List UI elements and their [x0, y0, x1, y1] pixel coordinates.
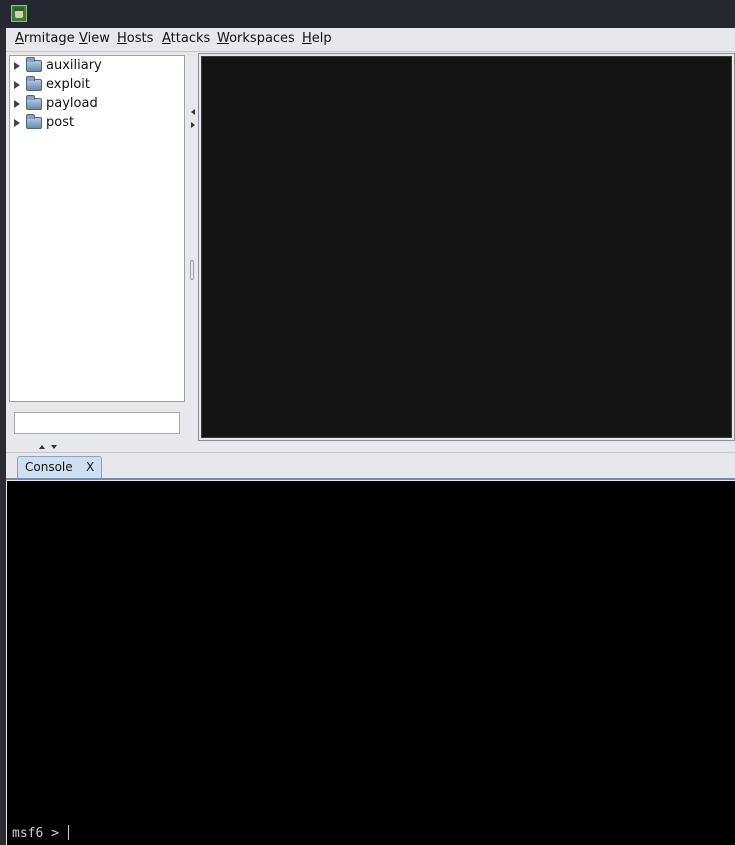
menu-bar: Armitage View Hosts Attacks Workspaces H… — [6, 28, 735, 52]
expand-arrow-icon[interactable] — [14, 81, 20, 89]
text-cursor — [67, 825, 69, 840]
menu-help[interactable]: Help — [302, 31, 332, 46]
folder-icon — [26, 95, 42, 110]
main-window: Armitage View Hosts Attacks Workspaces H… — [6, 28, 735, 845]
tree-item-label: auxiliary — [46, 58, 102, 73]
module-search-input[interactable] — [14, 412, 180, 434]
menu-armitage[interactable]: Armitage — [15, 31, 75, 46]
collapse-up-arrow-icon[interactable] — [39, 445, 45, 449]
folder-icon — [26, 57, 42, 72]
targets-panel — [198, 53, 735, 441]
menu-view[interactable]: View — [79, 31, 110, 46]
tree-item-label: post — [46, 115, 75, 130]
tree-item-exploit[interactable]: exploit — [10, 76, 184, 95]
expand-arrow-icon[interactable] — [14, 100, 20, 108]
tree-item-post[interactable]: post — [10, 114, 184, 133]
folder-icon — [26, 76, 42, 91]
tree-item-label: exploit — [46, 77, 90, 92]
tree-item-auxiliary[interactable]: auxiliary — [10, 57, 184, 76]
expand-down-arrow-icon[interactable] — [51, 445, 57, 449]
menu-attacks[interactable]: Attacks — [162, 31, 210, 46]
tab-strip: Console X — [6, 453, 735, 480]
vertical-split-divider[interactable] — [189, 52, 197, 448]
folder-icon — [26, 114, 42, 129]
tab-close-button[interactable]: X — [86, 460, 94, 474]
prompt-text: msf6 > — [12, 826, 67, 841]
console-output[interactable]: msf6 > — [7, 481, 735, 845]
menu-workspaces[interactable]: Workspaces — [217, 31, 295, 46]
module-tree: auxiliary exploit payload post — [9, 55, 185, 402]
tree-item-payload[interactable]: payload — [10, 95, 184, 114]
horizontal-split-divider[interactable] — [6, 442, 735, 453]
drag-grip-icon[interactable] — [190, 260, 194, 280]
tree-item-label: payload — [46, 96, 98, 111]
tab-console[interactable]: Console X — [17, 456, 102, 478]
tab-label: Console — [25, 460, 73, 474]
armitage-app-icon — [11, 5, 27, 22]
title-bar — [0, 0, 735, 28]
targets-canvas[interactable] — [201, 56, 732, 438]
menu-hosts[interactable]: Hosts — [117, 31, 153, 46]
expand-arrow-icon[interactable] — [14, 62, 20, 70]
collapse-left-arrow-icon[interactable] — [191, 109, 195, 115]
expand-arrow-icon[interactable] — [14, 119, 20, 127]
console-prompt[interactable]: msf6 > — [12, 825, 69, 841]
expand-right-arrow-icon[interactable] — [191, 122, 195, 128]
